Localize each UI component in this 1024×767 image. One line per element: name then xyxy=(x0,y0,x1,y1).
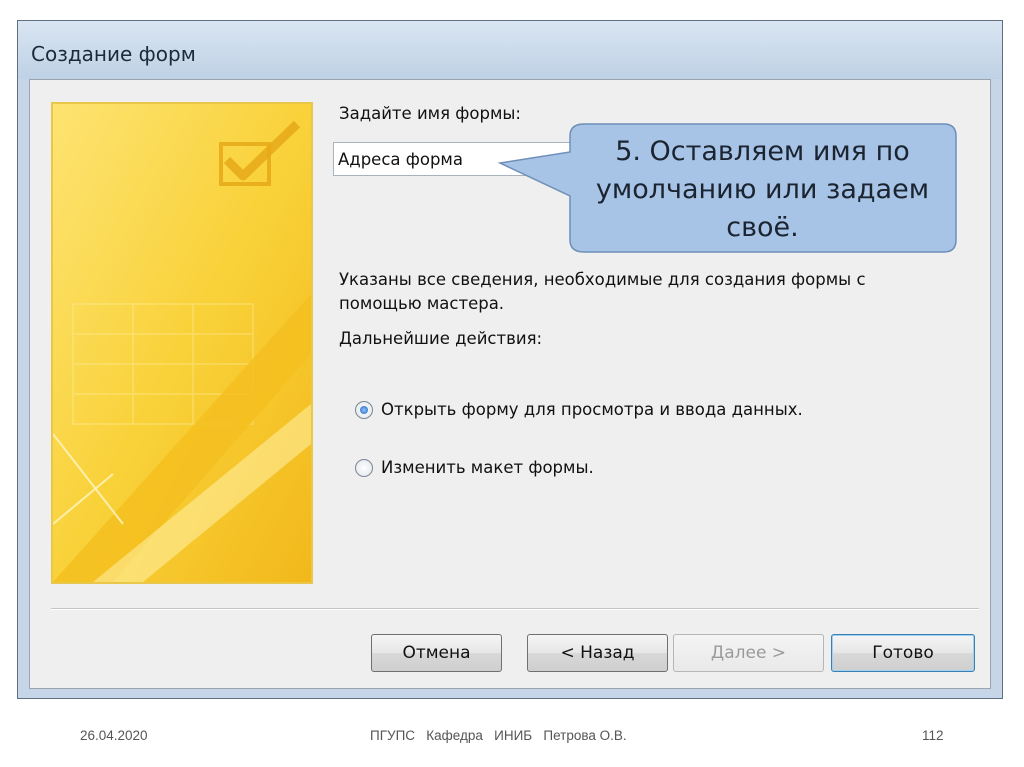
cancel-button[interactable]: Отмена xyxy=(371,634,502,672)
wizard-illustration xyxy=(51,102,313,584)
window-title: Создание форм xyxy=(31,42,196,66)
title-bar[interactable]: Создание форм xyxy=(18,21,1002,79)
radio-unselected-icon[interactable] xyxy=(355,458,373,477)
radio-selected-icon[interactable] xyxy=(355,400,373,419)
back-button[interactable]: < Назад xyxy=(527,634,668,672)
form-name-label: Задайте имя формы: xyxy=(339,104,521,123)
option-open-form[interactable]: Открыть форму для просмотра и ввода данн… xyxy=(355,400,803,419)
form-wizard-window: Создание форм Задайте имя формы: Адреса … xyxy=(17,20,1003,699)
next-actions-label: Дальнейшие действия: xyxy=(339,329,543,348)
wizard-art xyxy=(53,104,311,582)
option-modify-layout[interactable]: Изменить макет формы. xyxy=(355,458,594,477)
form-name-input[interactable] xyxy=(333,142,573,176)
option-modify-layout-label: Изменить макет формы. xyxy=(381,458,594,477)
wizard-body: Задайте имя формы: Указаны все сведения,… xyxy=(29,79,991,689)
footer-center: ПГУПС Кафедра ИНИБ Петрова О.В. xyxy=(370,728,627,743)
footer-date: 26.04.2020 xyxy=(80,728,148,743)
footer-separator xyxy=(51,608,979,610)
finish-button[interactable]: Готово xyxy=(831,634,975,672)
info-text: Указаны все сведения, необходимые для со… xyxy=(339,270,866,313)
option-open-form-label: Открыть форму для просмотра и ввода данн… xyxy=(381,400,803,419)
next-button[interactable]: Далее > xyxy=(673,634,824,672)
footer-page-number: 112 xyxy=(922,728,944,743)
